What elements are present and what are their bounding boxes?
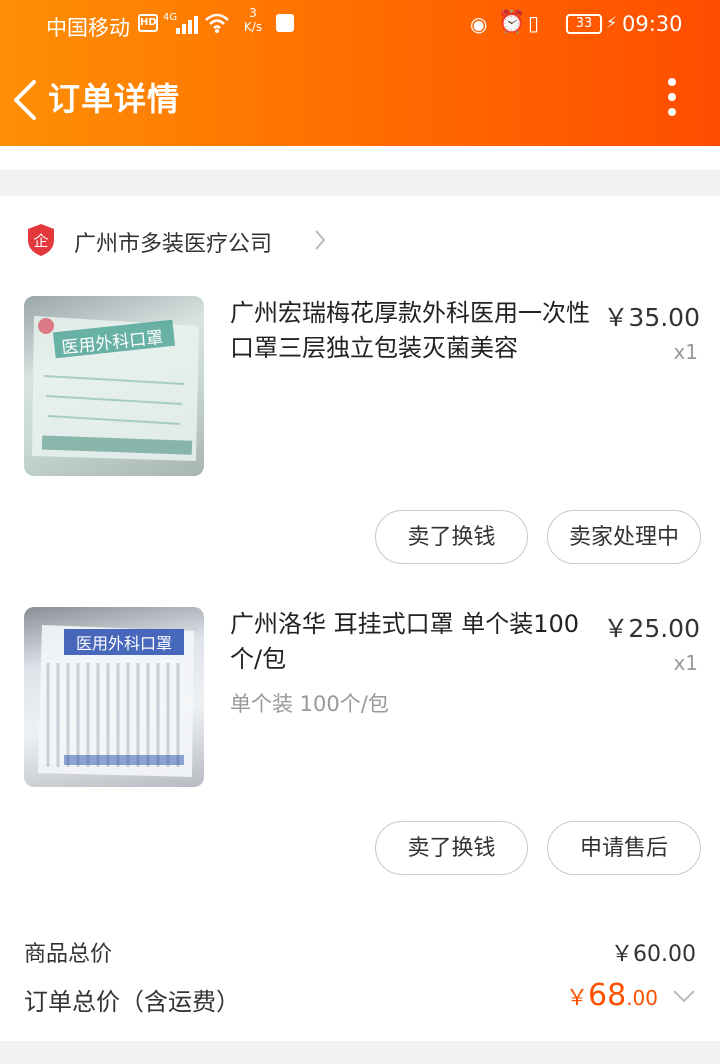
order-total-row: 订单总价（含运费） ￥68.00: [0, 978, 720, 1018]
package-label: 医用外科口罩: [76, 634, 172, 653]
goods-total-label: 商品总价: [24, 942, 113, 967]
after-sales-button[interactable]: 申请售后: [547, 821, 701, 875]
goods-total-row: 商品总价 ￥60.00: [0, 934, 720, 967]
product-qty: x1: [673, 340, 698, 364]
order-item: 医用外科口罩 广州宏瑞梅花厚款外科医用一次性口罩三层独立包装灭菌美容 ￥35.0…: [0, 296, 720, 586]
product-spec: 单个装 100个/包: [230, 692, 389, 716]
shop-row[interactable]: 企 广州市多装医疗公司: [0, 218, 720, 264]
network-type: 4G: [163, 12, 178, 23]
product-title[interactable]: 广州洛华 耳挂式口罩 单个装100个/包: [230, 607, 595, 677]
alarm-icon: ⏰: [498, 10, 526, 35]
product-image[interactable]: 医用外科口罩: [24, 607, 204, 787]
more-menu-icon[interactable]: [664, 78, 680, 118]
wifi-icon: [205, 13, 229, 33]
clock: 09:30: [622, 12, 683, 36]
product-image[interactable]: 医用外科口罩: [24, 296, 204, 476]
hd-icon: HD: [138, 14, 158, 32]
back-arrow-icon[interactable]: [10, 78, 42, 122]
shopping-bag-icon: [276, 14, 294, 32]
order-total-integer: 68: [588, 978, 627, 1013]
net-speed-unit: K/s: [243, 20, 263, 34]
order-total-label: 订单总价（含运费）: [24, 988, 240, 1016]
goods-total-value: ￥60.00: [611, 942, 696, 967]
net-speed: 3 K/s: [238, 6, 268, 34]
shop-name: 广州市多装医疗公司: [74, 232, 273, 257]
resell-button[interactable]: 卖了换钱: [375, 821, 528, 875]
order-item: 医用外科口罩 广州洛华 耳挂式口罩 单个装100个/包 ￥25.00 x1 单个…: [0, 607, 720, 897]
enterprise-badge-char: 企: [33, 232, 48, 250]
product-price: ￥35.00: [603, 303, 700, 332]
chevron-down-icon[interactable]: [672, 988, 696, 1004]
top-spacer: [0, 146, 720, 170]
product-price: ￥25.00: [603, 614, 700, 643]
net-speed-value: 3: [249, 6, 257, 20]
vibrate-icon: ▯: [528, 11, 540, 35]
signal-icon: [176, 16, 200, 34]
seller-processing-button[interactable]: 卖家处理中: [547, 510, 701, 564]
carrier-label: 中国移动: [46, 16, 130, 40]
battery-icon: 33: [566, 14, 602, 34]
enterprise-shield-icon: 企: [28, 224, 54, 256]
order-total-decimal: .00: [626, 986, 658, 1010]
product-qty: x1: [673, 651, 698, 675]
mask-bundle-image: 医用外科口罩: [38, 625, 194, 777]
charging-icon: ⚡: [606, 13, 618, 32]
resell-button[interactable]: 卖了换钱: [375, 510, 528, 564]
mask-package-image: 医用外科口罩: [32, 316, 199, 461]
page-title: 订单详情: [48, 80, 181, 118]
product-title[interactable]: 广州宏瑞梅花厚款外科医用一次性口罩三层独立包装灭菌美容: [230, 296, 595, 366]
chevron-right-icon: [315, 230, 326, 250]
status-bar: 中国移动 HD 4G 3 K/s ◉ ⏰ ▯ 33 ⚡ 09:30: [0, 0, 720, 50]
order-total-value: ￥68.00: [566, 978, 658, 1013]
eye-icon: ◉: [470, 12, 488, 36]
order-total-currency: ￥: [565, 986, 588, 1011]
header: 中国移动 HD 4G 3 K/s ◉ ⏰ ▯ 33 ⚡ 09:30 订单详情: [0, 0, 720, 146]
order-card: 企 广州市多装医疗公司 医用外科口罩 广州宏瑞梅花厚款外科医用一次性口罩三层独立…: [0, 196, 720, 1041]
